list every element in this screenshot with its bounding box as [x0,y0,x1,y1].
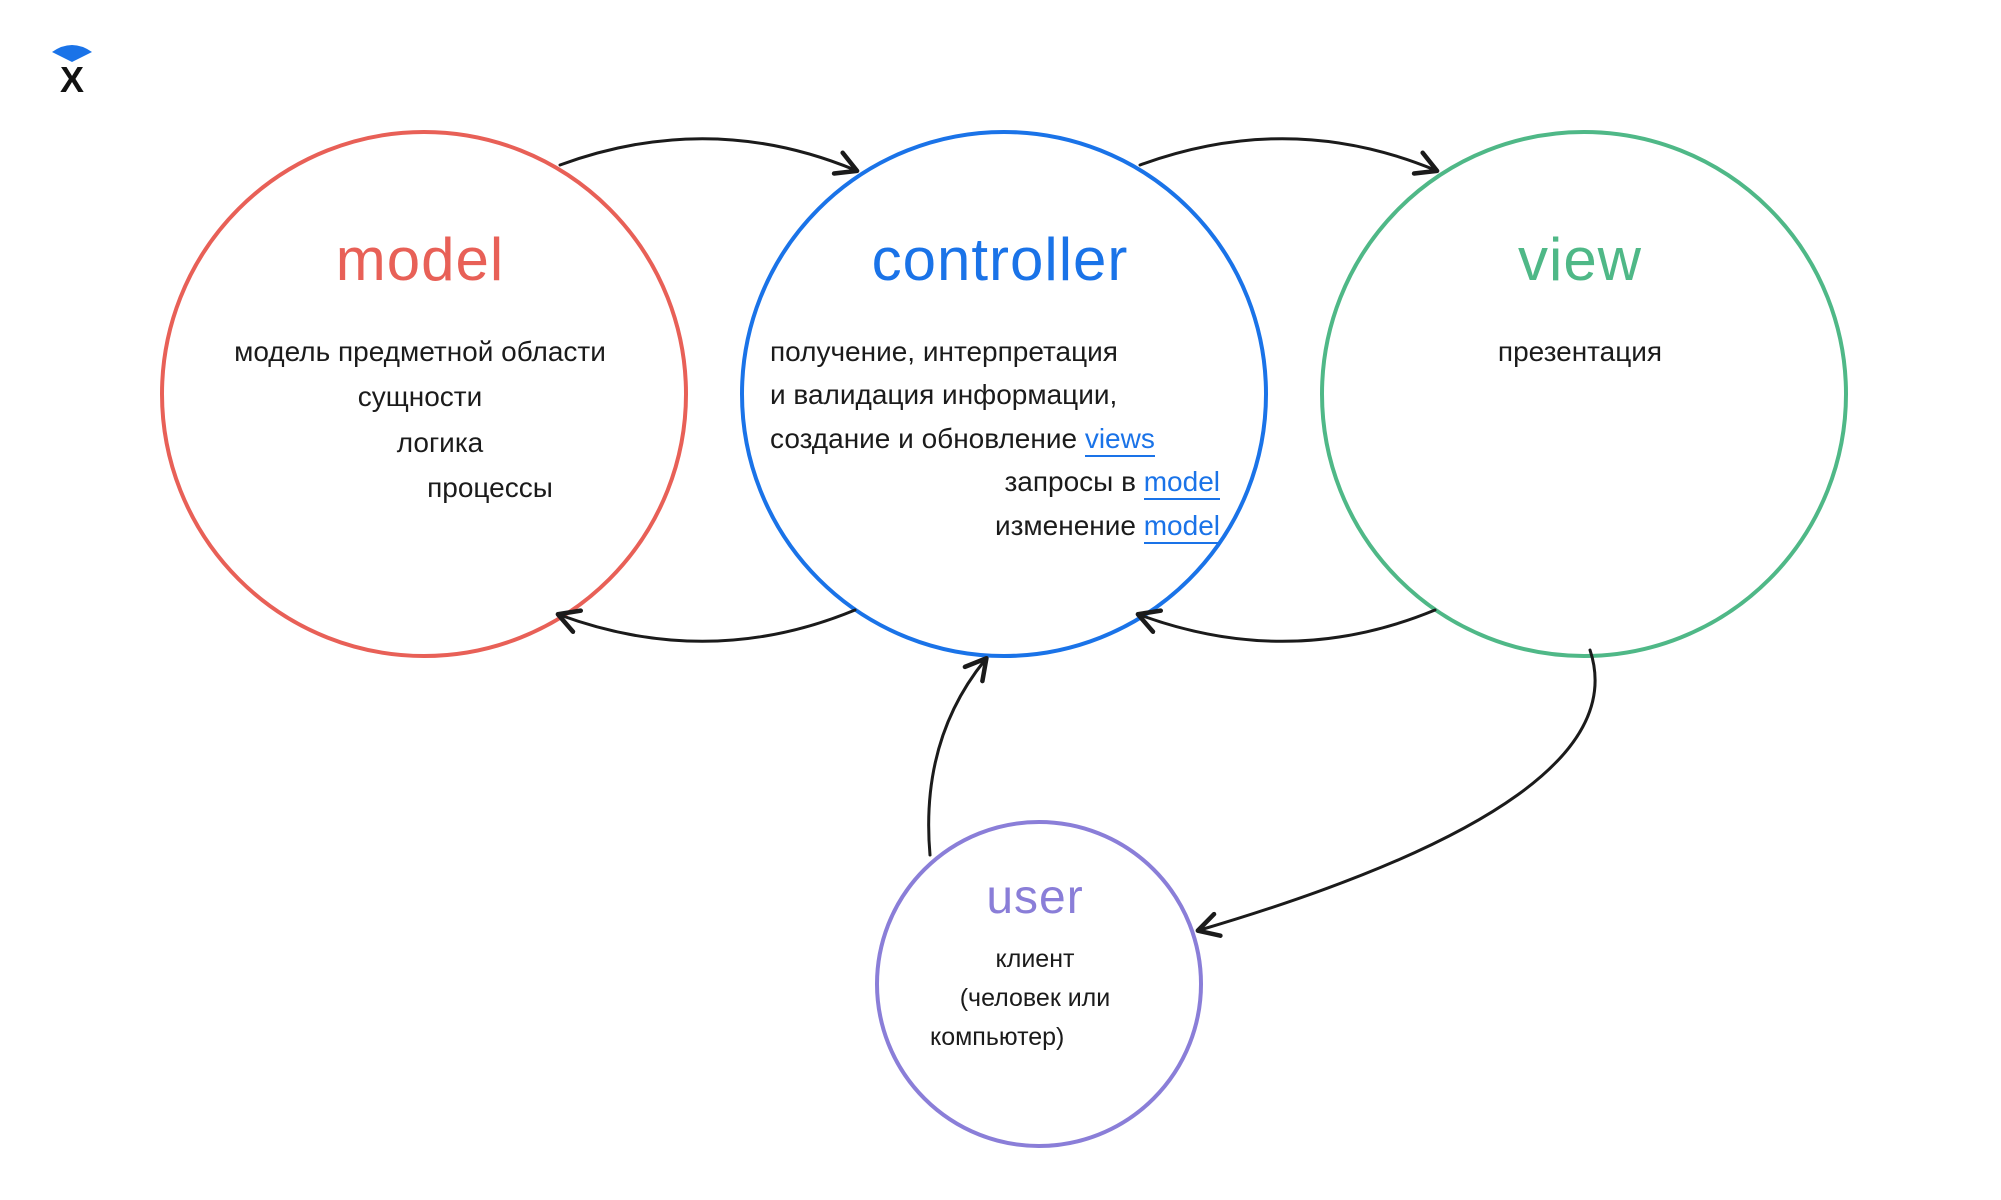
controller-line3: создание и обновление views [770,417,1230,460]
node-model-title: model [160,225,680,294]
arrow-controller-to-view [1140,139,1435,170]
controller-line4-text: запросы в [1004,466,1143,497]
controller-link-model-2[interactable]: model [1144,510,1220,544]
arrow-view-to-controller [1140,610,1435,641]
node-view-body: презентация [1340,330,1820,373]
view-line1: презентация [1340,330,1820,373]
node-controller-title: controller [740,225,1260,294]
arrow-view-to-user [1200,650,1595,930]
controller-line5: изменение model [770,504,1230,547]
user-line1: клиент [870,940,1200,979]
model-line3: логика [180,421,660,464]
arrow-user-to-controller [929,660,985,855]
controller-line5-text: изменение [995,510,1144,541]
model-line2: сущности [180,375,660,418]
controller-link-model-1[interactable]: model [1144,466,1220,500]
user-line2: (человек или [870,979,1200,1018]
diagram-canvas: X model controller view user модель пред… [0,0,2001,1200]
node-user-body: клиент (человек или компьютер) [870,940,1200,1056]
controller-link-views[interactable]: views [1085,423,1155,457]
node-user-title: user [875,870,1195,925]
node-model-body: модель предметной области сущности логик… [180,330,660,512]
node-controller-body: получение, интерпретация и валидация инф… [770,330,1230,547]
arrow-controller-to-model [560,610,855,641]
controller-line3-text: создание и обновление [770,423,1085,454]
controller-line4: запросы в model [770,460,1230,503]
user-line3: компьютер) [870,1018,1200,1057]
arrow-model-to-controller [560,139,855,170]
node-view-title: view [1320,225,1840,294]
controller-line1: получение, интерпретация [770,330,1230,373]
model-line4: процессы [180,466,660,509]
node-view-circle [1320,130,1848,658]
model-line1: модель предметной области [180,330,660,373]
logo-icon: X [48,42,96,103]
controller-line2: и валидация информации, [770,373,1230,416]
svg-text:X: X [60,59,84,98]
